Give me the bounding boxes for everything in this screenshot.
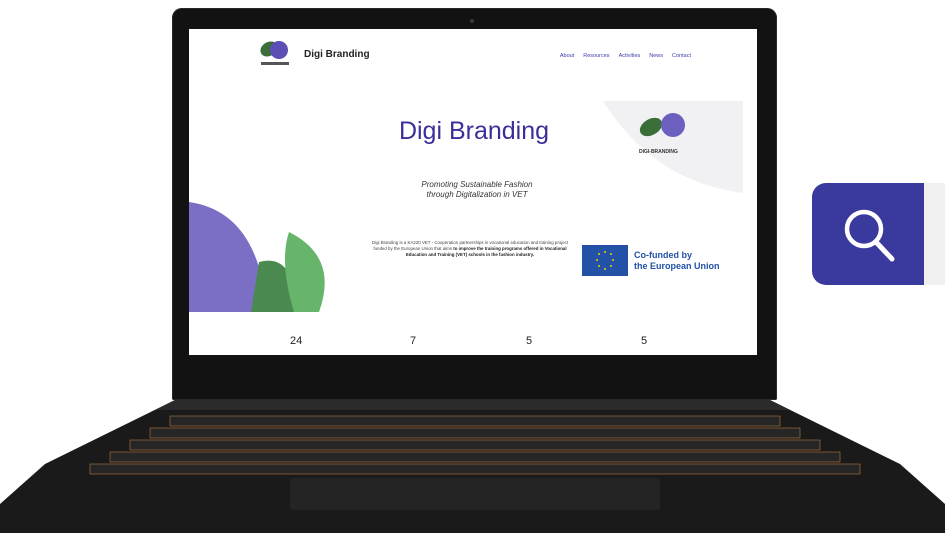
project-description: Digi Branding is a KA220 VET - Cooperati… xyxy=(371,240,569,258)
leaf-logo-icon[interactable] xyxy=(257,37,293,69)
search-input-edge[interactable] xyxy=(924,183,945,285)
stat-3: 5 xyxy=(526,335,533,347)
browser-screen: Digi Branding About Resources Activities… xyxy=(189,29,757,355)
main-nav: About Resources Activities News Contact xyxy=(560,53,691,59)
search-icon xyxy=(844,209,895,262)
stat-4: 5 xyxy=(641,335,648,347)
brand-name[interactable]: Digi Branding xyxy=(304,49,370,60)
stat-1: 24 xyxy=(290,335,303,347)
stat-2: 7 xyxy=(410,335,417,347)
hero-subtitle: Promoting Sustainable Fashion through Di… xyxy=(421,180,533,199)
nav-contact[interactable]: Contact xyxy=(672,53,691,59)
card-title: DIGI-BRANDING xyxy=(639,149,678,155)
nav-resources[interactable]: Resources xyxy=(583,53,609,59)
laptop-base xyxy=(0,400,945,533)
eu-cofunded-badge: Co-funded by the European Union xyxy=(582,244,740,277)
nav-about[interactable]: About xyxy=(560,53,574,59)
nav-activities[interactable]: Activities xyxy=(619,53,641,59)
eu-line-2: the European Union xyxy=(634,260,720,271)
eu-flag-icon xyxy=(582,245,628,276)
nav-news[interactable]: News xyxy=(649,53,663,59)
stats-row: 24 7 5 5 xyxy=(189,335,757,355)
site-header: Digi Branding About Resources Activities… xyxy=(189,29,757,79)
webcam xyxy=(470,19,474,23)
eu-line-1: Co-funded by xyxy=(634,249,692,260)
decorative-leaves xyxy=(189,202,325,312)
hero-title: Digi Branding xyxy=(398,117,550,145)
hero-card-image xyxy=(603,101,743,193)
